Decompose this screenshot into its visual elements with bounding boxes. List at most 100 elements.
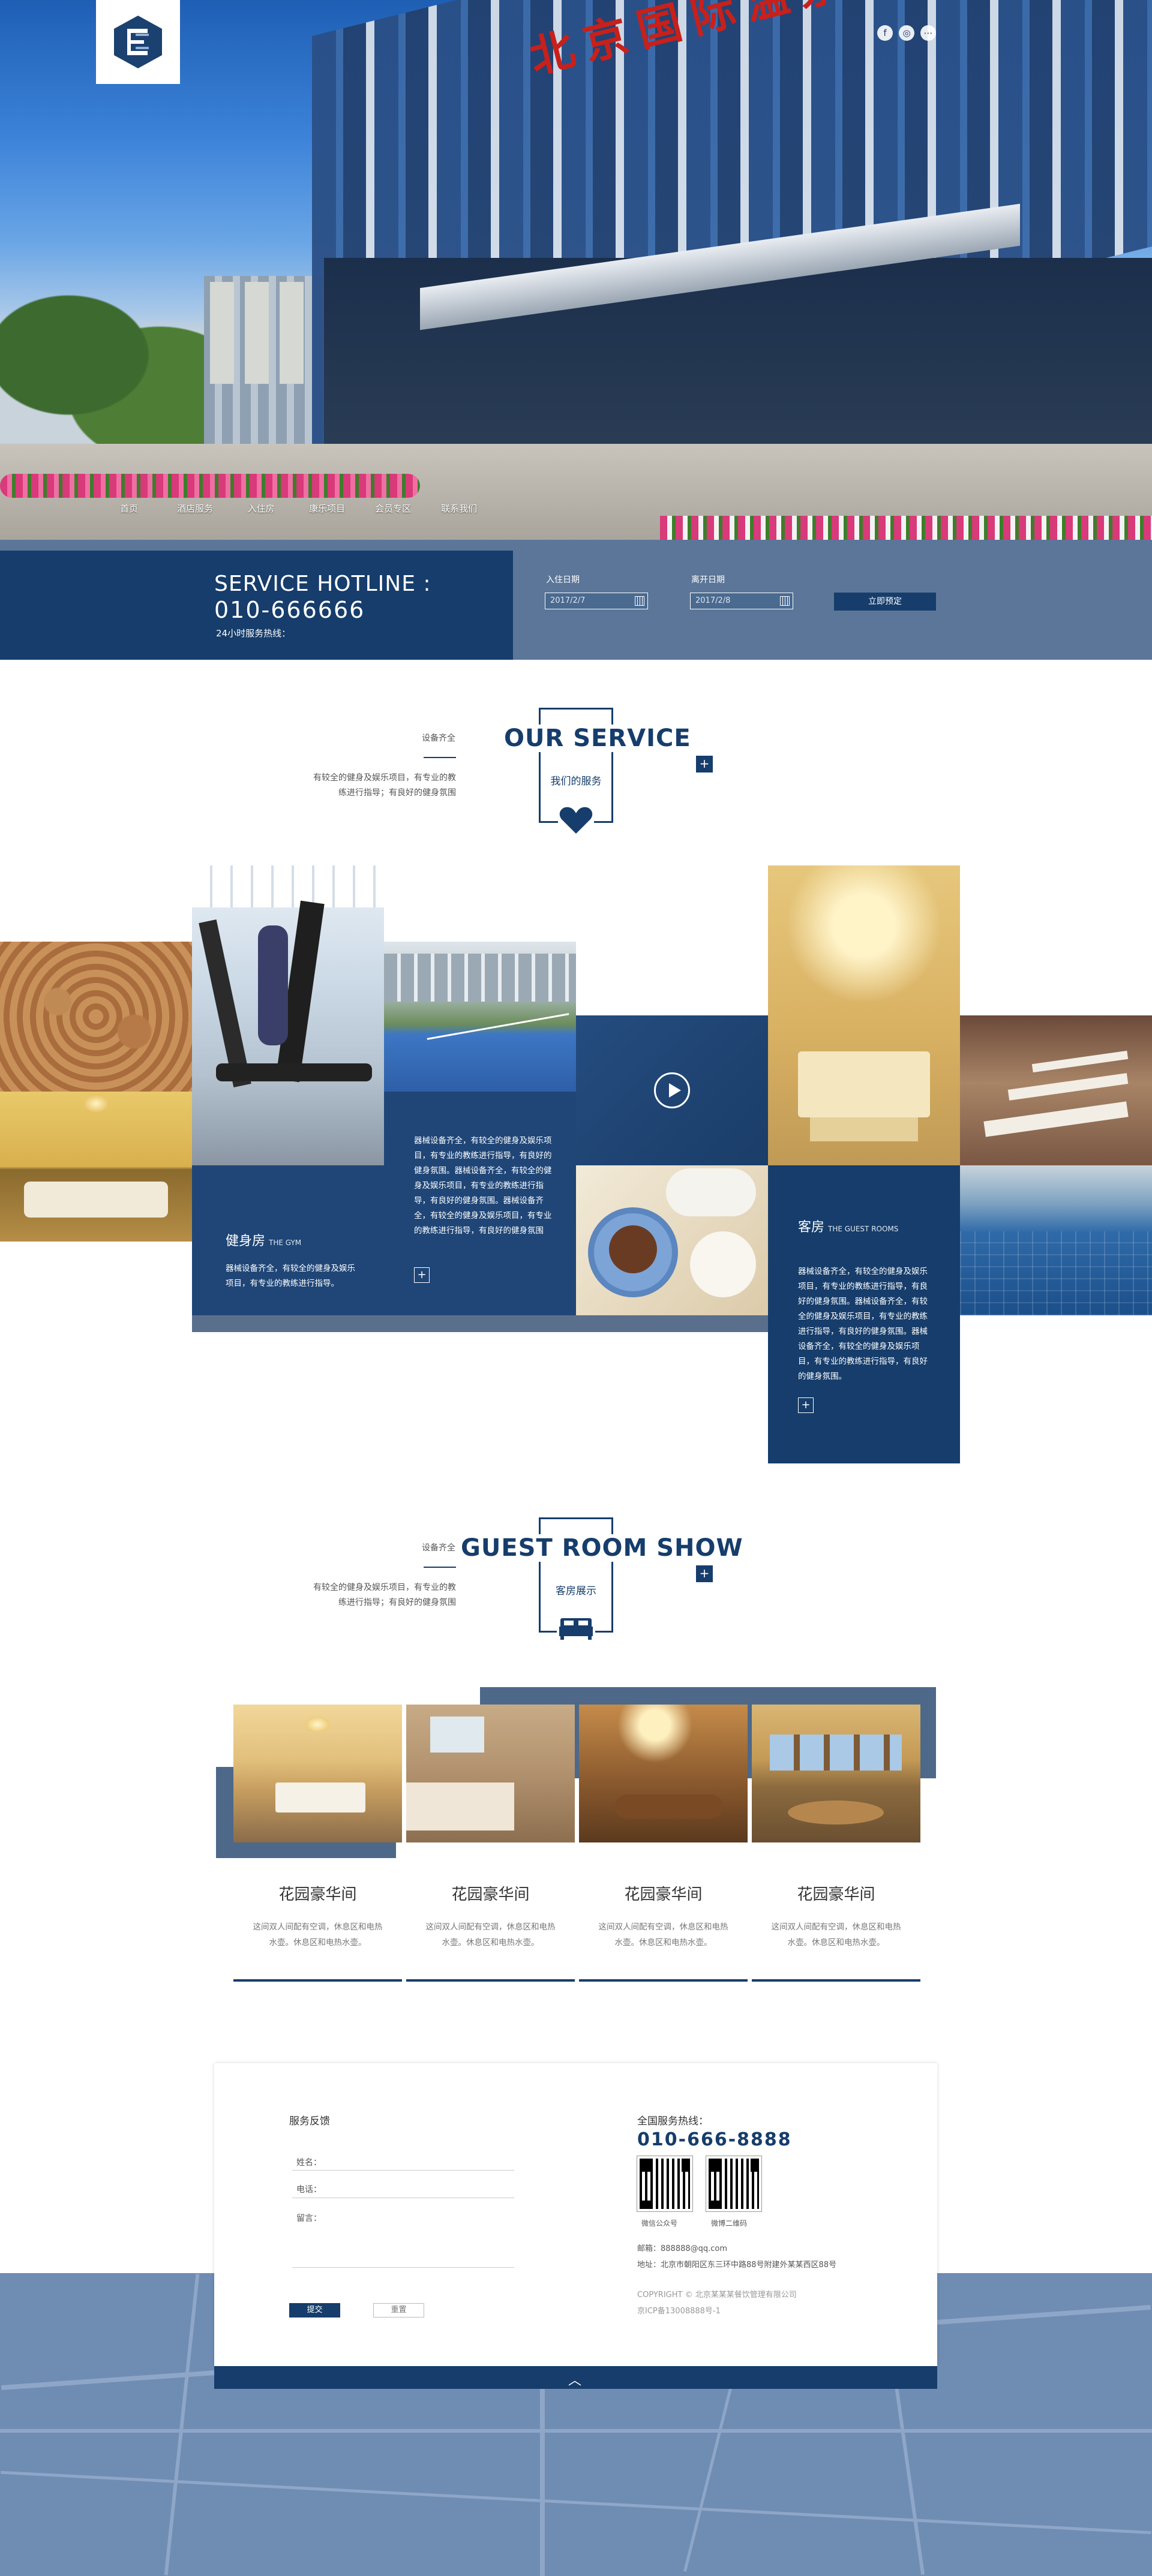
room-desc-3: 这间双人间配有空调，休息区和电热 水壶。休息区和电热水壶。 (598, 1922, 728, 1947)
checkin-date-input[interactable]: 2017/2/7 (545, 593, 648, 609)
service-desc: 有较全的健身及娱乐项目，有专业的教 练进行指导；有良好的健身氛围 (276, 771, 456, 801)
guest-rooms-card[interactable]: 客房 THE GUEST ROOMS 器械设备齐全，有较全的健身及娱乐项目，有专业… (768, 1165, 960, 1463)
bed-icon (557, 1615, 595, 1642)
gym-title: 健身房 THE GYM (226, 1234, 302, 1249)
nav-item-members[interactable]: 会员专区 (360, 497, 426, 521)
checkout-date-input[interactable]: 2017/2/8 (690, 593, 793, 609)
main-nav: 首页 酒店服务 入住房 康乐项目 会员专区 联系我们 (0, 497, 1152, 521)
guest-rooms-more-button[interactable]: + (798, 1397, 814, 1413)
room-photo-3[interactable] (579, 1705, 748, 1842)
room-name-2: 花园豪华间 (451, 1886, 530, 1904)
guest-rooms-text: 器械设备齐全，有较全的健身及娱乐项目，有专业的教练进行指导，有良好的健身氛围。器… (798, 1267, 928, 1381)
service-sub-line (424, 757, 456, 758)
hotline-sub: 24小时服务热线： (216, 628, 291, 639)
nav-item-rooms[interactable]: 入住房 (228, 497, 294, 521)
hotline-number: 010-666666 (214, 597, 365, 623)
pool-photo (960, 1165, 1152, 1315)
service-text: 器械设备齐全，有较全的健身及娱乐项目，有专业的教练进行指导，有良好的健身氛围。器… (414, 1136, 552, 1236)
checkout-date-value: 2017/2/8 (695, 596, 731, 605)
wechat-qr-code (637, 2156, 693, 2212)
copyright-text: COPYRIGHT © 北京某某某餐饮管理有限公司 (637, 2291, 797, 2300)
nav-item-recreation[interactable]: 康乐项目 (294, 497, 360, 521)
name-label: 姓名： (296, 2158, 322, 2168)
heart-icon (558, 805, 594, 836)
play-icon[interactable] (654, 1072, 690, 1108)
facebook-icon[interactable]: f (877, 25, 893, 41)
calendar-icon[interactable] (780, 596, 790, 606)
wechat-icon[interactable]: ◎ (899, 25, 914, 41)
rooms-title: GUEST ROOM SHOW (460, 1534, 745, 1562)
checkout-label: 离开日期 (691, 575, 725, 585)
guest-rooms-title: 客房 THE GUEST ROOMS (798, 1220, 899, 1235)
hero-towers (210, 282, 306, 384)
feedback-title: 服务反馈 (289, 2115, 330, 2127)
hotline-panel: SERVICE HOTLINE : 010-666666 24小时服务热线： (0, 551, 513, 660)
rooms-sub: 设备齐全 (422, 1543, 455, 1553)
message-field[interactable] (292, 2267, 514, 2268)
food-photo (576, 1165, 768, 1315)
rooms-desc-line-1: 有较全的健身及娱乐项目，有专业的教 (313, 1583, 456, 1592)
carpet-photo (0, 942, 192, 1092)
site-logo[interactable] (96, 0, 180, 84)
service-title: OUR SERVICE (503, 725, 692, 752)
room-name-1: 花园豪华间 (278, 1886, 357, 1904)
rooms-desc: 有较全的健身及娱乐项目，有专业的教 练进行指导；有良好的健身氛围 (276, 1580, 456, 1610)
rooms-sub-line (424, 1567, 456, 1568)
gym-title-en: THE GYM (269, 1239, 302, 1247)
checkin-date-value: 2017/2/7 (550, 596, 586, 605)
icp-text: 京ICP备13008888号-1 (637, 2307, 721, 2316)
message-label: 留言： (296, 2214, 322, 2223)
contact-panel: 服务反馈 姓名： 电话： 留言： 提交 重置 全国服务热线： 010-666-8… (214, 2063, 937, 2366)
service-text-more-button[interactable]: + (414, 1267, 430, 1283)
tennis-court-photo (384, 942, 576, 1092)
nav-item-home[interactable]: 首页 (96, 497, 162, 521)
room-name-4: 花园豪华间 (797, 1886, 875, 1904)
contact-address: 地址：北京市朝阳区东三环中路88号附建外某某西区88号 (637, 2261, 837, 2270)
room-line-2 (406, 1979, 575, 1982)
gym-card[interactable]: 健身房 THE GYM 器械设备齐全，有较全的健身及娱乐项目，有专业的教练进行指导… (192, 1165, 384, 1315)
service-text-card[interactable]: 器械设备齐全，有较全的健身及娱乐项目，有专业的教练进行指导，有良好的健身氛围。器… (384, 1092, 576, 1315)
room-desc-1: 这间双人间配有空调，休息区和电热 水壶。休息区和电热水壶。 (253, 1922, 383, 1947)
rooms-title-cn: 客房展示 (556, 1585, 596, 1597)
share-icon[interactable]: ⋯ (920, 25, 936, 41)
hotline-number-footer: 010-666-8888 (637, 2129, 792, 2150)
room-name-3: 花园豪华间 (624, 1886, 703, 1904)
rooms-desc-line-2: 练进行指导；有良好的健身氛围 (338, 1598, 456, 1607)
service-desc-line-1: 有较全的健身及娱乐项目，有专业的教 (313, 773, 456, 783)
phone-label: 电话： (296, 2185, 322, 2195)
contact-email: 邮箱：888888@qq.com (637, 2244, 728, 2253)
logo-icon (114, 16, 162, 68)
room-photo-4[interactable] (752, 1705, 920, 1842)
room-photo-1[interactable] (233, 1705, 402, 1842)
hotline-label: SERVICE HOTLINE : (214, 572, 431, 596)
service-sub: 设备齐全 (422, 734, 455, 743)
service-desc-line-2: 练进行指导；有良好的健身氛围 (338, 788, 456, 798)
room-line-4 (752, 1979, 920, 1982)
room-desc-4: 这间双人间配有空调，休息区和电热 水壶。休息区和电热水壶。 (771, 1922, 901, 1947)
book-now-button[interactable]: 立即预定 (834, 593, 936, 611)
reset-button[interactable]: 重置 (373, 2303, 424, 2318)
chevron-up-icon[interactable]: ︿ (568, 2370, 581, 2389)
weibo-qr-code (706, 2156, 762, 2212)
nav-item-contact[interactable]: 联系我们 (426, 497, 492, 521)
bathroom-photo (768, 865, 960, 1165)
lounge-photo (0, 1092, 192, 1242)
gym-photo (192, 865, 384, 1165)
room-desc-2: 这间双人间配有空调，休息区和电热 水壶。休息区和电热水壶。 (425, 1922, 556, 1947)
service-more-button[interactable]: + (696, 756, 713, 773)
back-to-top-bar[interactable]: ︿ (214, 2366, 937, 2389)
hero-flowerbed (0, 474, 420, 498)
calendar-icon[interactable] (635, 596, 644, 606)
weibo-qr-label: 微博二维码 (711, 2219, 748, 2228)
social-links: f ◎ ⋯ (877, 25, 936, 41)
submit-button[interactable]: 提交 (289, 2303, 340, 2318)
video-tile[interactable] (576, 1015, 768, 1165)
rooms-more-button[interactable]: + (696, 1565, 713, 1582)
wechat-qr-label: 微信公众号 (641, 2219, 678, 2228)
room-photo-2[interactable] (406, 1705, 575, 1842)
nav-item-hotel-service[interactable]: 酒店服务 (162, 497, 228, 521)
hotline-label-footer: 全国服务热线： (637, 2115, 709, 2127)
name-field[interactable] (292, 2170, 514, 2171)
checkin-label: 入住日期 (546, 575, 580, 585)
room-line-1 (233, 1979, 402, 1982)
